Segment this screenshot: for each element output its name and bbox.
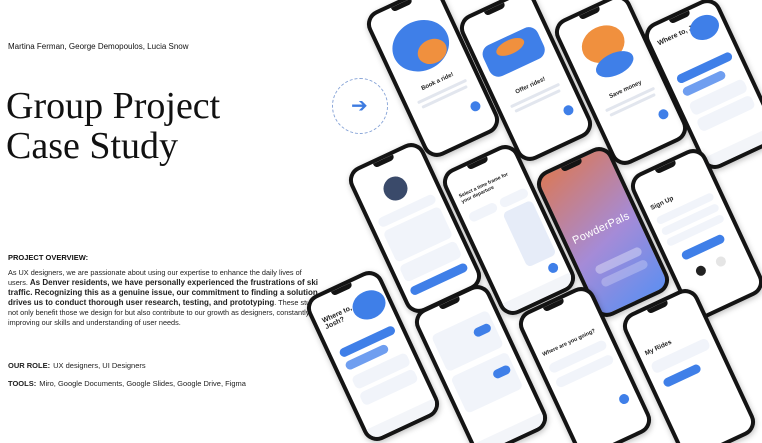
title-line-1: Group Project [6,85,221,127]
overview-part-2: As Denver residents, we have personally … [8,278,319,307]
brand-name: PowderPals [570,209,632,247]
page-title: Group Project Case Study [6,86,220,166]
tools-value: Miro, Google Documents, Google Slides, G… [39,379,246,388]
arrow-right-icon: ➔ [351,95,368,117]
tools-line: TOOLS: Miro, Google Documents, Google Sli… [8,379,246,388]
role-line: OUR ROLE: UX designers, UI Designers [8,361,146,370]
next-arrow-button[interactable]: ➔ [332,78,388,134]
title-line-2: Case Study [6,125,179,167]
role-label: OUR ROLE: [8,361,51,370]
overview-label: PROJECT OVERVIEW: [8,253,89,262]
tools-label: TOOLS: [8,379,37,388]
role-value: UX designers, UI Designers [53,361,146,370]
authors: Martina Ferman, George Demopoulos, Lucia… [8,42,189,51]
overview-text: As UX designers, we are passionate about… [8,268,323,328]
